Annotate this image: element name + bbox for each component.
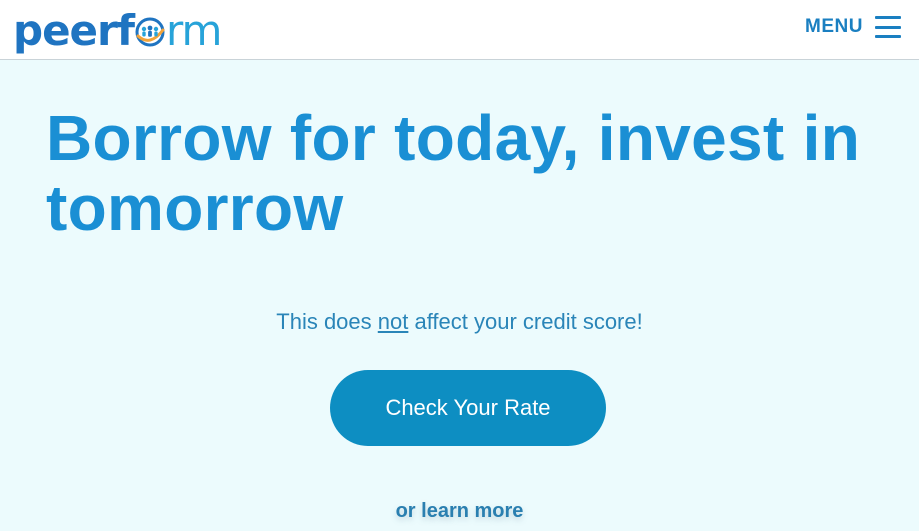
site-header: peerf rm MENU (0, 0, 919, 60)
people-circle-logo-icon (135, 12, 165, 47)
hero-headline: Borrow for today, invest in tomorrow (46, 102, 861, 244)
hamburger-line-top (875, 16, 901, 19)
peerform-logo[interactable]: peerf rm (13, 2, 222, 56)
hamburger-line-bottom (875, 35, 901, 38)
learn-more-link[interactable]: or learn more (0, 500, 919, 523)
logo-text-peer: peer (13, 6, 118, 55)
credit-score-notice: This does not affect your credit score! (0, 309, 919, 335)
notice-text-before: This does (276, 309, 378, 334)
hamburger-icon[interactable] (875, 16, 901, 38)
logo-wordmark: peerf rm (13, 10, 222, 52)
logo-text-f: f (116, 6, 135, 55)
check-your-rate-button[interactable]: Check Your Rate (330, 370, 606, 446)
menu-label: MENU (805, 16, 863, 37)
notice-emphasis: not (377, 309, 409, 334)
hamburger-line-middle (875, 25, 901, 29)
logo-text-rm: rm (166, 6, 222, 55)
menu-button[interactable]: MENU (805, 12, 901, 42)
notice-text-after: affect your credit score! (408, 309, 643, 334)
